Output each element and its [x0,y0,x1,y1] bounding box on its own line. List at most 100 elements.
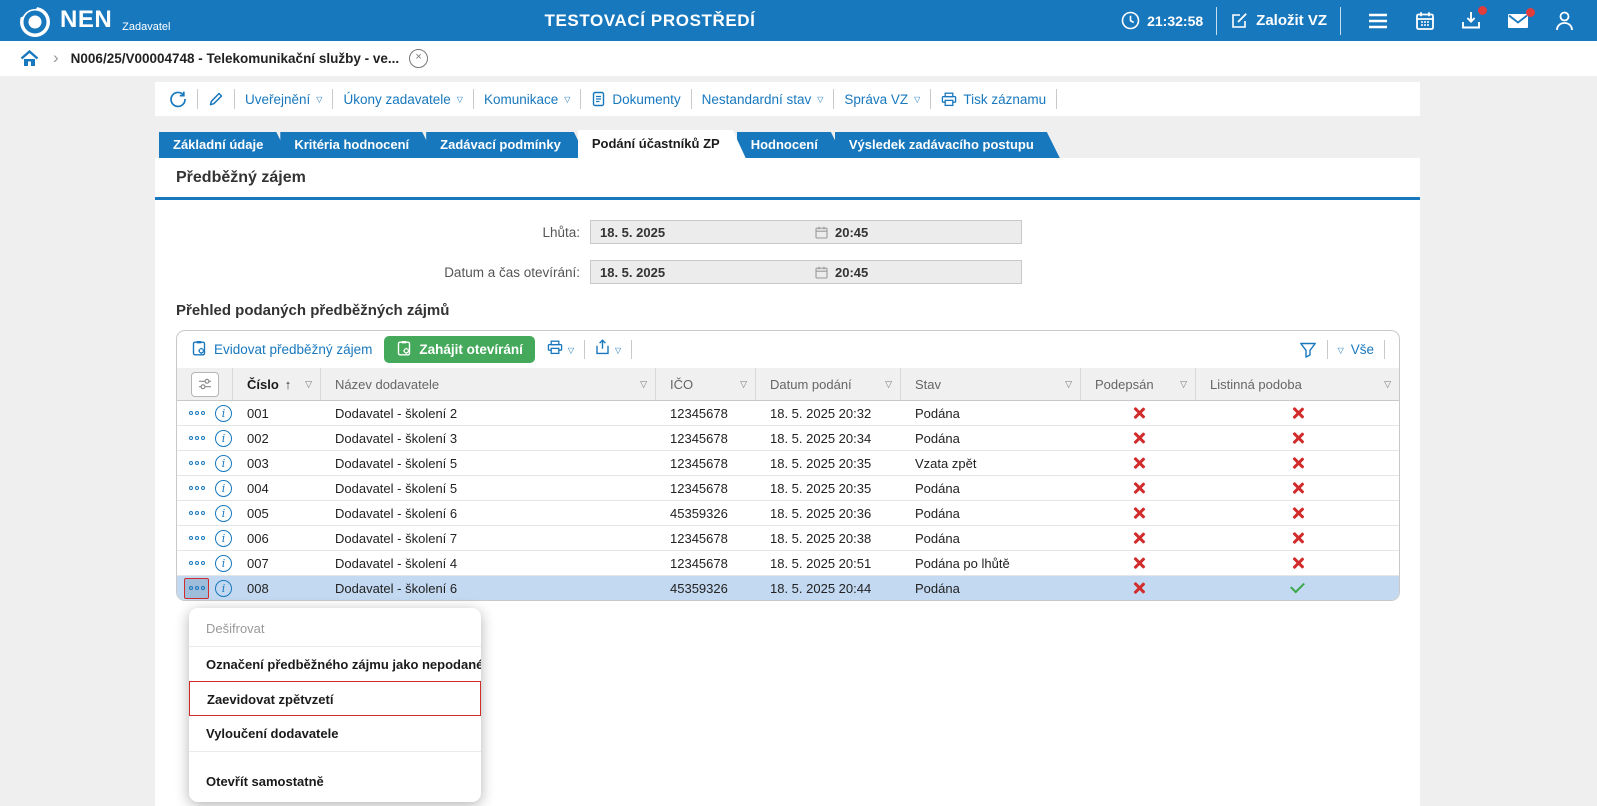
pencil-icon[interactable] [208,91,224,108]
export-button[interactable]: ▽ [595,339,621,360]
breadcrumb-item[interactable]: N006/25/V00004748 - Telekomunikační služ… [71,51,399,66]
column-header-4[interactable]: Datum podání ▽ [756,368,901,400]
context-menu-item-3[interactable]: Zaevidovat zpětvzetí [189,681,481,716]
filter-all-dropdown[interactable]: Vše [1351,342,1374,357]
column-header-7[interactable]: Listinná podoba ▽ [1196,368,1399,400]
column-settings-button[interactable] [190,371,219,397]
column-header-3[interactable]: IČO ▽ [656,368,756,400]
row-info-button[interactable]: i [215,529,232,547]
table-row[interactable]: i 001 Dodavatel - školení 2 12345678 18. 5. … [177,401,1399,426]
download-icon[interactable] [1461,6,1487,30]
row-info-button[interactable]: i [215,454,232,472]
table-row[interactable]: i 002 Dodavatel - školení 3 12345678 18. 5. … [177,426,1399,451]
row-actions-menu-button[interactable] [184,453,209,474]
tab-2[interactable]: Kritéria hodnocení [280,132,435,158]
dot [188,461,193,465]
cell-status: Podána [915,405,960,421]
filter-caret-icon[interactable]: ▽ [1378,379,1391,390]
printer-icon [547,340,563,360]
table-row[interactable]: i 005 Dodavatel - školení 6 45359326 18. 5. … [177,501,1399,526]
row-actions-menu-button[interactable] [184,528,209,549]
app-logo[interactable]: NEN Zadavatel [18,3,170,39]
row-info-button[interactable]: i [215,504,232,522]
deadline-date-value: 18. 5. 2025 [600,224,666,240]
opening-field[interactable]: 18. 5. 2025 20:45 [590,260,1022,284]
row-actions-menu-button[interactable] [184,577,209,599]
row-actions-menu-button[interactable] [184,403,209,424]
user-icon[interactable] [1555,11,1574,31]
calendar-icon[interactable] [1415,11,1435,31]
menu-icon[interactable] [1367,12,1389,30]
tab-4[interactable]: Podání účastníků ZP [578,130,746,158]
row-info-button[interactable]: i [215,404,232,422]
row-info-button[interactable]: i [215,429,232,447]
command-bar-item-label: Správa VZ [844,91,909,107]
dot [200,436,205,440]
table-row[interactable]: i 007 Dodavatel - školení 4 12345678 18. 5. … [177,551,1399,576]
command-bar-item[interactable]: Správa VZ ▽ [844,92,920,107]
start-opening-button[interactable]: Zahájit otevírání [384,336,535,363]
row-actions-menu-button[interactable] [184,503,209,524]
divider [833,89,835,109]
filter-caret-icon[interactable]: ▽ [734,379,747,390]
context-menu-item-4[interactable]: Vyloučení dodavatele [189,716,481,751]
deadline-field[interactable]: 18. 5. 2025 20:45 [590,220,1022,244]
cell-status: Podána [915,580,960,596]
column-header-label: Číslo [247,376,279,392]
tab-5[interactable]: Hodnocení [737,132,844,158]
command-bar-item[interactable]: Tisk záznamu [941,92,1046,107]
table-row[interactable]: i 004 Dodavatel - školení 5 12345678 18. 5. … [177,476,1399,501]
filter-funnel-icon[interactable] [1299,342,1317,358]
x-mark-icon [1292,507,1304,519]
row-info-button[interactable]: i [215,554,232,572]
column-header-2[interactable]: Název dodavatele ▽ [321,368,656,400]
command-bar-item-label: Uveřejnění [245,91,311,107]
row-info-button[interactable]: i [215,479,232,497]
command-bar-item[interactable]: Nestandardní stav ▽ [702,92,824,107]
table-row[interactable]: i 006 Dodavatel - školení 7 12345678 18. 5. … [177,526,1399,551]
row-info-button[interactable]: i [215,579,232,597]
context-menu-item-1: Dešifrovat [206,621,265,636]
row-actions-menu-button[interactable] [184,478,209,499]
filter-caret-icon[interactable]: ▽ [879,379,892,390]
column-header-6[interactable]: Podepsán ▽ [1081,368,1196,400]
filter-caret-icon[interactable]: ▽ [1059,379,1072,390]
filter-caret-icon[interactable]: ▽ [634,379,647,390]
row-actions-cell: i [177,453,233,474]
filter-caret-icon[interactable]: ▽ [1174,379,1187,390]
print-button[interactable]: ▽ [547,340,574,360]
tab-6[interactable]: Výsledek zadávacího postupu [835,132,1060,158]
command-bar-item[interactable]: Komunikace ▽ [484,92,570,107]
application-window: NEN Zadavatel TESTOVACÍ PROSTŘEDÍ 21:32:… [0,0,1597,806]
register-interest-button[interactable]: Evidovat předběžný zájem [191,340,372,359]
command-bar-item-label: Nestandardní stav [701,91,812,107]
cell-date-submitted: 18. 5. 2025 20:32 [770,405,872,421]
opening-row: Datum a čas otevírání: 18. 5. 2025 20:45 [155,260,1022,284]
table-row[interactable]: i 008 Dodavatel - školení 6 45359326 18. 5. … [177,576,1399,600]
dot [194,411,199,415]
refresh-icon[interactable] [169,90,187,108]
home-icon[interactable] [20,50,39,67]
create-vz-button[interactable]: Založit VZ [1256,12,1327,29]
command-bar-item[interactable]: Uveřejnění ▽ [245,92,322,107]
cell-ico: 12345678 [670,430,728,446]
command-bar-item[interactable]: Dokumenty [591,91,681,107]
row-actions-menu-button[interactable] [184,553,209,574]
tab-3[interactable]: Zadávací podmínky [426,132,587,158]
context-menu-item-5[interactable]: Otevřít samostatně [189,764,481,799]
column-header-5[interactable]: Stav ▽ [901,368,1081,400]
filter-caret-icon[interactable]: ▽ [299,379,312,390]
cell-number: 005 [247,505,269,521]
column-header-1[interactable]: Číslo ↑ ▽ [233,368,321,400]
divider [584,340,586,359]
close-icon[interactable]: × [409,49,429,68]
command-bar-item[interactable]: Úkony zadavatele ▽ [343,92,462,107]
table-row[interactable]: i 003 Dodavatel - školení 5 12345678 18. 5. … [177,451,1399,476]
mail-icon[interactable] [1507,7,1535,29]
cell-ico: 12345678 [670,480,728,496]
dot [188,436,193,440]
cell-date-submitted: 18. 5. 2025 20:35 [770,455,872,471]
tab-1[interactable]: Základní údaje [159,132,289,158]
row-actions-menu-button[interactable] [184,428,209,449]
context-menu-item-2[interactable]: Označení předběžného zájmu jako nepodané… [189,646,481,681]
